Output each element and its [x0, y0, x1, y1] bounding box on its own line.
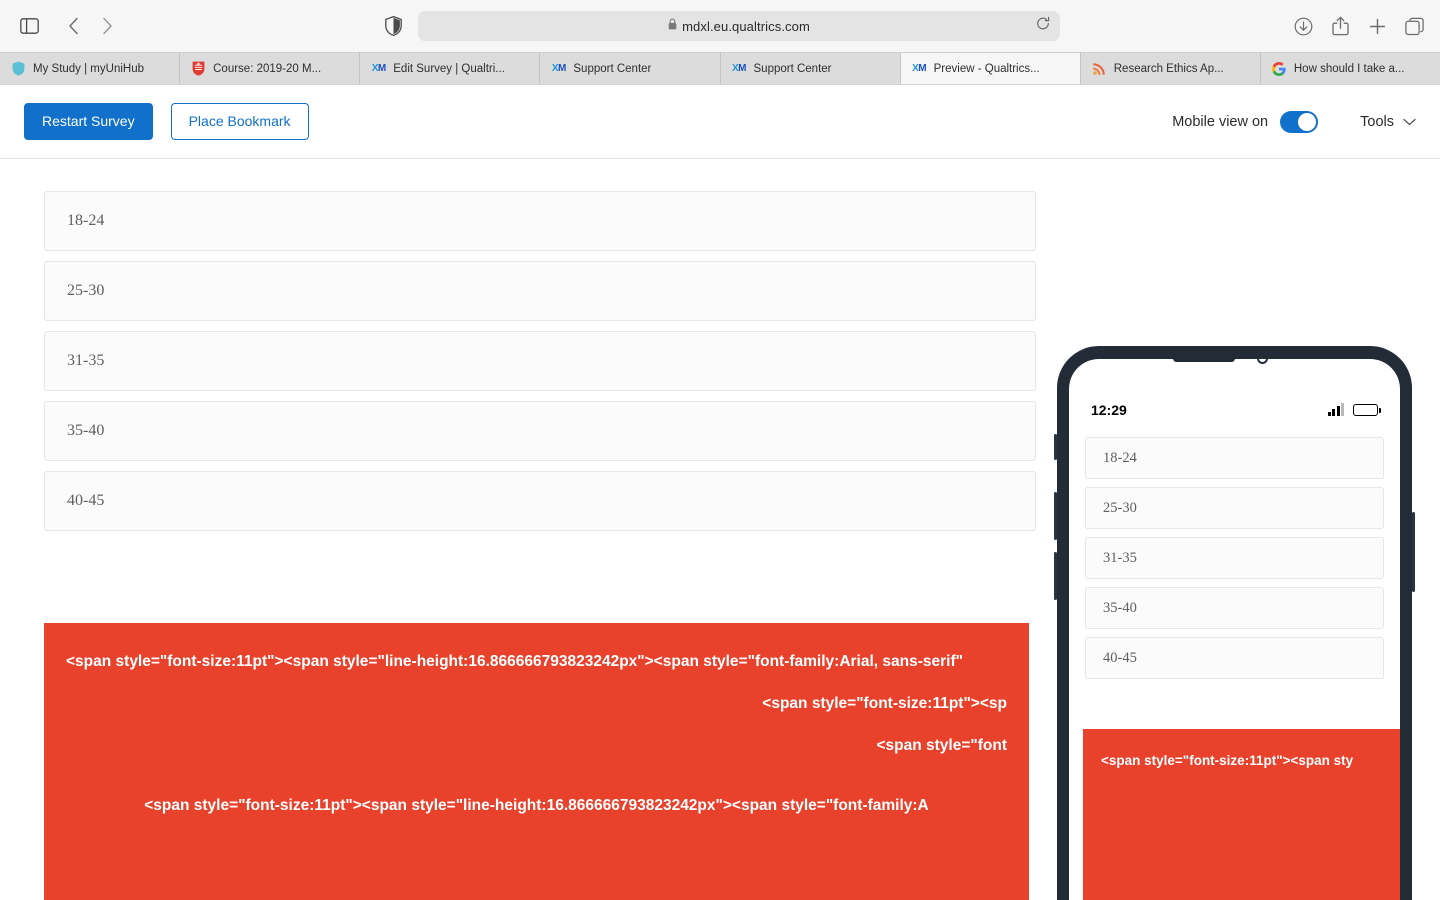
lock-icon: [668, 17, 677, 35]
tab-overview-icon[interactable]: [1402, 14, 1426, 38]
browser-tab[interactable]: XM Edit Survey | Qualtri...: [360, 53, 541, 84]
choice-label: 25-30: [1103, 499, 1137, 516]
raw-html-line: <span style="font-size:11pt"><sp: [762, 695, 1007, 712]
plus-icon[interactable]: [1365, 14, 1389, 38]
share-icon[interactable]: [1328, 14, 1352, 38]
desktop-survey-preview: 18-24 25-30 31-35 35-40 40-45 <span styl…: [0, 159, 1080, 900]
reload-icon[interactable]: [1036, 16, 1050, 36]
raw-html-error-block: <span style="font-size:11pt"><span style…: [44, 623, 1029, 900]
phone-notch: [1069, 359, 1400, 395]
choice-label: 25-30: [67, 282, 105, 299]
qualtrics-xm-icon: XM: [731, 62, 747, 74]
choice-option[interactable]: 18-24: [44, 191, 1036, 251]
preview-toolbar-right: Mobile view on Tools: [1172, 110, 1416, 133]
phone-power-button: [1412, 512, 1415, 592]
choice-label: 18-24: [1103, 449, 1137, 466]
phone-volume-down-button: [1054, 552, 1057, 600]
survey-stage: 18-24 25-30 31-35 35-40 40-45 <span styl…: [0, 159, 1440, 900]
signal-bars-icon: [1327, 402, 1344, 416]
restart-survey-button[interactable]: Restart Survey: [24, 103, 153, 140]
status-time: 12:29: [1091, 402, 1127, 418]
sidebar-toggle-icon[interactable]: [14, 11, 44, 41]
address-bar-area: mdxl.eu.qualtrics.com: [380, 11, 1060, 41]
survey-preview-toolbar: Restart Survey Place Bookmark Mobile vie…: [0, 85, 1440, 159]
earpiece-speaker-icon: [1172, 359, 1235, 362]
choice-label: 40-45: [67, 492, 105, 509]
battery-icon: [1353, 404, 1381, 416]
raw-html-line: <span style="font-size:11pt"><span sty: [1101, 753, 1354, 768]
tab-title: Course: 2019-20 M...: [213, 62, 322, 75]
tools-menu[interactable]: Tools: [1360, 114, 1416, 130]
browser-chrome: mdxl.eu.qualtrics.com My Study | myUniHu…: [0, 0, 1440, 85]
forward-arrow-icon[interactable]: [92, 11, 122, 41]
browser-actions: [1291, 14, 1426, 38]
choice-option[interactable]: 25-30: [1085, 487, 1384, 529]
browser-tab[interactable]: My Study | myUniHub: [0, 53, 181, 84]
qualtrics-xm-icon: XM: [371, 62, 387, 74]
browser-tab[interactable]: Course: 2019-20 M...: [180, 53, 361, 84]
shield-blue-icon: [11, 61, 26, 76]
browser-tab[interactable]: XM Support Center: [720, 53, 901, 84]
rss-orange-icon: [1092, 61, 1107, 76]
tab-title: Edit Survey | Qualtri...: [393, 62, 505, 75]
tab-strip: My Study | myUniHub Course: 2019-20 M...…: [0, 52, 1440, 84]
choice-option[interactable]: 40-45: [1085, 637, 1384, 679]
mobile-view-toggle[interactable]: [1280, 110, 1319, 133]
tab-title: Research Ethics Ap...: [1113, 62, 1224, 75]
raw-html-line: <span style="font-size:11pt"><span style…: [66, 653, 963, 670]
place-bookmark-button[interactable]: Place Bookmark: [170, 103, 309, 140]
tab-title: Preview - Qualtrics...: [933, 62, 1040, 75]
privacy-shield-icon[interactable]: [380, 13, 406, 39]
browser-tab-active[interactable]: XM Preview - Qualtrics...: [900, 53, 1081, 84]
url-inner: mdxl.eu.qualtrics.com: [668, 17, 810, 35]
browser-toolbar: mdxl.eu.qualtrics.com: [0, 0, 1440, 52]
raw-html-error-block: <span style="font-size:11pt"><span sty <…: [1083, 729, 1400, 900]
url-text: mdxl.eu.qualtrics.com: [682, 18, 810, 34]
phone-survey-content: 18-24 25-30 31-35 35-40 40-45 <span styl…: [1069, 425, 1400, 900]
url-bar[interactable]: mdxl.eu.qualtrics.com: [418, 11, 1060, 41]
google-g-icon: [1272, 61, 1287, 76]
front-camera-icon: [1256, 359, 1268, 364]
choice-label: 18-24: [67, 212, 105, 229]
tools-label: Tools: [1360, 113, 1394, 130]
choice-option[interactable]: 25-30: [44, 261, 1036, 321]
tab-title: Support Center: [753, 62, 832, 75]
choice-label: 40-45: [1103, 649, 1137, 666]
back-arrow-icon[interactable]: [58, 11, 88, 41]
downloads-icon[interactable]: [1291, 14, 1315, 38]
tab-title: My Study | myUniHub: [33, 62, 144, 75]
browser-tab[interactable]: XM Support Center: [540, 53, 721, 84]
status-icons: [1327, 402, 1381, 416]
choice-label: 35-40: [1103, 599, 1137, 616]
choice-label: 31-35: [1103, 549, 1137, 566]
choice-option[interactable]: 31-35: [44, 331, 1036, 391]
qualtrics-xm-icon: XM: [912, 62, 927, 74]
tab-title: Support Center: [573, 62, 652, 75]
navigation-arrows: [58, 11, 122, 41]
mobile-view-label: Mobile view on: [1172, 113, 1269, 130]
choice-label: 31-35: [67, 352, 105, 369]
qualtrics-xm-icon: XM: [551, 62, 567, 74]
phone-screen: 12:29 18-24 25-30 31-35 35-40 40-45 <spa…: [1069, 359, 1400, 900]
chevron-down-icon: [1403, 114, 1416, 130]
choice-label: 35-40: [67, 422, 105, 439]
choice-option[interactable]: 31-35: [1085, 537, 1384, 579]
choice-option[interactable]: 35-40: [44, 401, 1036, 461]
tab-title: How should I take a...: [1293, 62, 1405, 75]
phone-status-bar: 12:29: [1069, 395, 1400, 425]
phone-silence-switch: [1054, 434, 1057, 460]
phone-volume-up-button: [1054, 492, 1057, 540]
browser-tab[interactable]: How should I take a...: [1260, 53, 1440, 84]
browser-tab[interactable]: Research Ethics Ap...: [1080, 53, 1261, 84]
mobile-preview-phone: 12:29 18-24 25-30 31-35 35-40 40-45 <spa…: [1054, 346, 1415, 900]
choice-option[interactable]: 35-40: [1085, 587, 1384, 629]
choice-option[interactable]: 40-45: [44, 471, 1036, 531]
choice-option[interactable]: 18-24: [1085, 437, 1384, 479]
toggle-knob: [1298, 112, 1317, 131]
crest-red-icon: [191, 61, 206, 76]
raw-html-line: <span style="font: [876, 737, 1007, 754]
raw-html-line: <span style="font-size:11pt"><span style…: [144, 797, 929, 814]
